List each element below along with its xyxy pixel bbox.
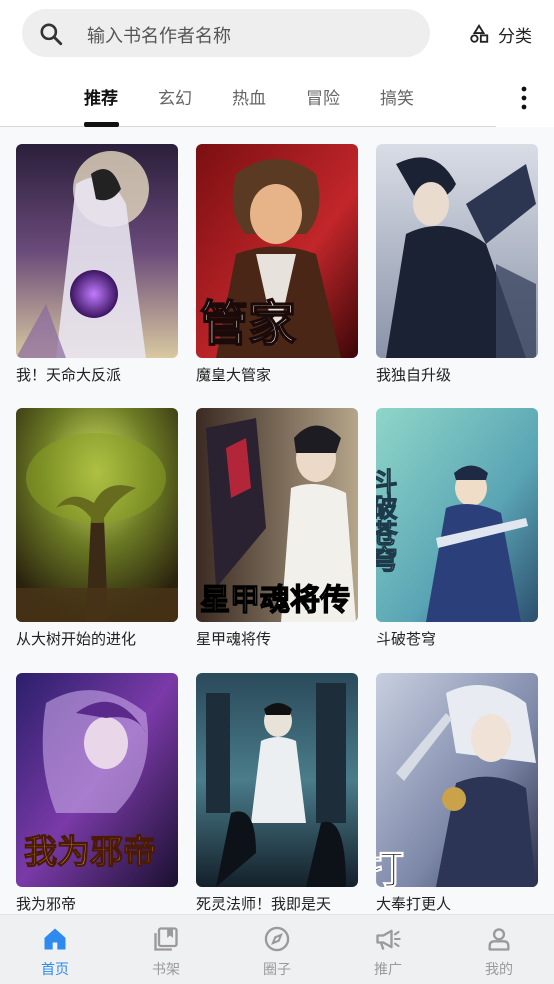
category-button[interactable]: 分类 xyxy=(468,20,532,48)
tab-comedy[interactable]: 搞笑 xyxy=(380,84,414,109)
book-title[interactable]: 魔皇大管家 xyxy=(196,364,362,385)
book-cover[interactable] xyxy=(376,144,538,358)
cover-title-text: 星甲魂将传 xyxy=(200,583,350,618)
book-card[interactable]: 管家 魔皇大管家 xyxy=(196,144,358,385)
search-placeholder: 输入书名作者名称 xyxy=(87,26,231,47)
cover-title-text: 打更人 xyxy=(376,848,404,887)
nav-home[interactable]: 首页 xyxy=(25,925,85,979)
book-card[interactable]: 我独自升级 xyxy=(376,144,538,385)
nav-circle[interactable]: 圈子 xyxy=(247,925,307,979)
book-title[interactable]: 大奉打更人 xyxy=(376,893,542,914)
home-icon xyxy=(44,928,66,950)
book-card[interactable]: 星甲魂将传 星甲魂将传 xyxy=(196,408,358,649)
user-icon xyxy=(488,928,510,951)
nav-profile-label: 我的 xyxy=(485,962,513,978)
cover-title-text: 管家 xyxy=(200,296,296,352)
compass-icon xyxy=(264,926,290,952)
tab-fantasy[interactable]: 玄幻 xyxy=(158,84,192,109)
book-card[interactable]: 打更人 大奉打更人 xyxy=(376,673,538,914)
book-title[interactable]: 死灵法师！我即是天 xyxy=(196,893,362,914)
book-title[interactable]: 斗破苍穹 xyxy=(376,628,542,649)
book-title[interactable]: 我为邪帝 xyxy=(16,893,182,914)
category-shapes-icon xyxy=(470,24,489,43)
megaphone-icon xyxy=(376,929,401,950)
book-grid: 我！天命大反派 管家 魔皇大管家 我独自升级 从大树开始的进化 星甲魂将传 星甲… xyxy=(0,127,554,913)
book-title[interactable]: 我独自升级 xyxy=(376,364,542,385)
book-card[interactable]: 死灵法师！我即是天 xyxy=(196,673,358,914)
nav-home-label: 首页 xyxy=(41,962,69,978)
book-title[interactable]: 从大树开始的进化 xyxy=(16,628,182,649)
search-icon xyxy=(40,23,63,46)
cover-title-text: 我为邪帝 xyxy=(24,832,156,871)
nav-bookshelf-label: 书架 xyxy=(152,962,180,978)
tab-bar: 推荐 玄幻 热血 冒险 搞笑 xyxy=(0,68,554,127)
tab-list: 推荐 玄幻 热血 冒险 搞笑 xyxy=(0,68,496,127)
nav-bookshelf[interactable]: 书架 xyxy=(136,925,196,979)
more-vertical-icon[interactable] xyxy=(515,85,533,111)
book-card[interactable]: 从大树开始的进化 xyxy=(16,408,178,649)
tab-action[interactable]: 热血 xyxy=(232,84,266,109)
book-cover[interactable] xyxy=(196,673,358,887)
nav-promote[interactable]: 推广 xyxy=(358,925,418,979)
book-cover[interactable] xyxy=(16,144,178,358)
tab-recommend[interactable]: 推荐 xyxy=(84,84,118,109)
tab-adventure[interactable]: 冒险 xyxy=(306,84,340,109)
search-box[interactable]: 输入书名作者名称 xyxy=(22,9,430,57)
nav-promote-label: 推广 xyxy=(374,962,402,978)
book-cover[interactable]: 星甲魂将传 xyxy=(196,408,358,622)
bookshelf-icon xyxy=(154,927,178,951)
book-cover[interactable]: 斗破苍穹 xyxy=(376,408,538,622)
book-card[interactable]: 我！天命大反派 xyxy=(16,144,178,385)
book-cover[interactable]: 我为邪帝 xyxy=(16,673,178,887)
nav-profile[interactable]: 我的 xyxy=(469,925,529,979)
book-cover[interactable]: 打更人 xyxy=(376,673,538,887)
top-bar: 输入书名作者名称 分类 xyxy=(0,0,554,68)
book-cover[interactable]: 管家 xyxy=(196,144,358,358)
book-title[interactable]: 星甲魂将传 xyxy=(196,628,362,649)
book-cover[interactable] xyxy=(16,408,178,622)
book-card[interactable]: 斗破苍穹 斗破苍穹 xyxy=(376,408,538,649)
cover-title-text: 斗破苍穹 xyxy=(376,468,398,572)
nav-circle-label: 圈子 xyxy=(263,962,291,978)
book-card[interactable]: 我为邪帝 我为邪帝 xyxy=(16,673,178,914)
category-label: 分类 xyxy=(498,26,532,47)
book-title[interactable]: 我！天命大反派 xyxy=(16,364,182,385)
bottom-nav: 首页 书架 圈子 推广 我的 xyxy=(0,914,554,984)
